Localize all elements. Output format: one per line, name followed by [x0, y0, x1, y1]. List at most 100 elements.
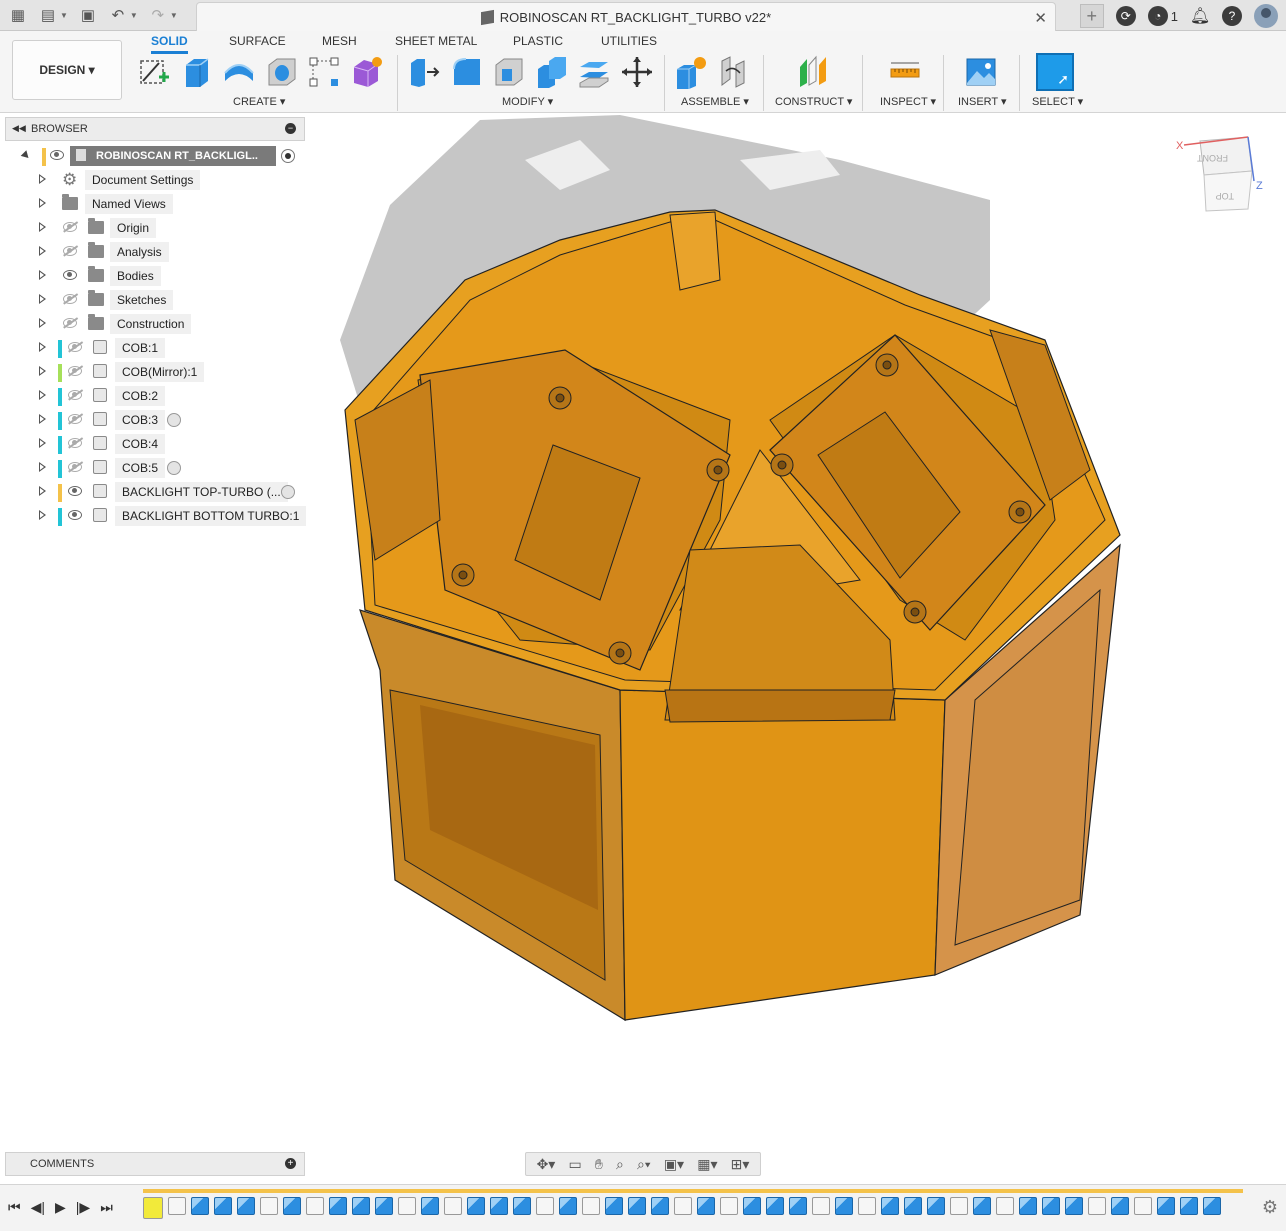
viewports-icon[interactable]: ⊞▾ [731, 1156, 750, 1173]
measure-icon[interactable] [888, 55, 922, 89]
timeline-feature[interactable] [444, 1197, 462, 1215]
create-form-icon[interactable] [350, 55, 384, 89]
tree-item-cob-mirror-1[interactable]: COB(Mirror):1 [0, 361, 305, 383]
timeline-feature[interactable] [191, 1197, 209, 1215]
visibility-hidden-icon[interactable] [68, 462, 82, 472]
insert-image-icon[interactable] [964, 55, 998, 89]
modify-menu[interactable]: MODIFY ▾ [502, 95, 553, 108]
new-tab-button[interactable]: + [1079, 4, 1104, 28]
expand-arrow-icon[interactable] [39, 342, 46, 352]
file-icon[interactable]: ▤ [38, 5, 58, 25]
expand-arrow-icon[interactable] [39, 414, 46, 424]
expand-arrow-icon[interactable] [39, 390, 46, 400]
timeline-feature[interactable] [582, 1197, 600, 1215]
grid-settings-icon[interactable]: ▦▾ [697, 1156, 717, 1173]
timeline-feature[interactable] [950, 1197, 968, 1215]
timeline-track[interactable] [143, 1189, 1243, 1193]
tree-item-cob-3[interactable]: COB:3 [0, 409, 305, 431]
document-tab[interactable]: ROBINOSCAN RT_BACKLIGHT_TURBO v22* ✕ [196, 2, 1056, 31]
tree-item-analysis[interactable]: Analysis [0, 241, 305, 263]
expand-arrow-icon[interactable] [39, 222, 46, 232]
timeline-feature[interactable] [306, 1197, 324, 1215]
help-icon[interactable]: ? [1222, 6, 1242, 26]
offset-plane-icon[interactable] [797, 55, 831, 89]
timeline-feature[interactable] [674, 1197, 692, 1215]
tree-item-document-settings[interactable]: ⚙ Document Settings [0, 169, 305, 191]
tab-solid[interactable]: SOLID [151, 34, 188, 54]
tree-item-sketches[interactable]: Sketches [0, 289, 305, 311]
fit-icon[interactable]: ⌕▾ [637, 1156, 651, 1173]
timeline-feature[interactable] [996, 1197, 1014, 1215]
shell-icon[interactable] [492, 55, 526, 89]
undo-caret-icon[interactable]: ▼ [130, 11, 138, 20]
tree-item-cob-4[interactable]: COB:4 [0, 433, 305, 455]
tree-item-cob-5[interactable]: COB:5 [0, 457, 305, 479]
activate-root-icon[interactable] [281, 149, 295, 163]
timeline-feature[interactable] [1065, 1197, 1083, 1215]
timeline-feature[interactable] [352, 1197, 370, 1215]
timeline-feature[interactable] [628, 1197, 646, 1215]
activate-component-radio[interactable] [167, 413, 181, 427]
avatar[interactable] [1254, 4, 1278, 28]
visibility-hidden-icon[interactable] [68, 414, 82, 424]
create-sketch-icon[interactable] [137, 55, 171, 89]
visibility-eye-icon[interactable] [68, 486, 82, 496]
add-comment-icon[interactable]: + [285, 1158, 296, 1169]
visibility-hidden-icon[interactable] [68, 390, 82, 400]
rectangular-pattern-icon[interactable] [307, 55, 341, 89]
timeline-feature[interactable] [720, 1197, 738, 1215]
timeline-feature[interactable] [329, 1197, 347, 1215]
tree-item-construction[interactable]: Construction [0, 313, 305, 335]
construct-menu[interactable]: CONSTRUCT ▾ [775, 95, 852, 108]
timeline-feature[interactable] [168, 1197, 186, 1215]
expand-arrow-icon[interactable] [39, 510, 46, 520]
browser-header[interactable]: ◀◀ BROWSER − [5, 117, 305, 141]
visibility-eye-icon[interactable] [68, 510, 82, 520]
visibility-hidden-icon[interactable] [63, 222, 77, 232]
timeline-feature[interactable] [467, 1197, 485, 1215]
hole-icon[interactable] [265, 55, 299, 89]
timeline-feature[interactable] [283, 1197, 301, 1215]
timeline-feature[interactable] [697, 1197, 715, 1215]
tree-item-named-views[interactable]: Named Views [0, 193, 305, 215]
look-at-icon[interactable]: ▭ [568, 1156, 581, 1173]
collapse-panel-icon[interactable]: ◀◀ [12, 123, 26, 134]
browser-root-row[interactable]: ROBINOSCAN RT_BACKLIGL.. [0, 145, 305, 167]
visibility-hidden-icon[interactable] [63, 294, 77, 304]
timeline-feature[interactable] [237, 1197, 255, 1215]
extrude-icon[interactable] [180, 55, 214, 89]
app-grid-icon[interactable]: ▦ [8, 5, 28, 25]
timeline-feature[interactable] [766, 1197, 784, 1215]
move-copy-icon[interactable] [620, 55, 654, 89]
joint-icon[interactable] [716, 55, 750, 89]
view-cube[interactable]: X Z FRONT TOP [1172, 131, 1268, 221]
step-forward-icon[interactable]: |▶ [76, 1199, 90, 1216]
visibility-hidden-icon[interactable] [63, 318, 77, 328]
file-caret-icon[interactable]: ▼ [60, 11, 68, 20]
expand-arrow-icon[interactable] [39, 438, 46, 448]
play-icon[interactable]: ▶ [55, 1199, 66, 1216]
workspace-switcher[interactable]: DESIGN ▾ [12, 40, 122, 100]
visibility-eye-icon[interactable] [63, 270, 77, 280]
tree-item-bodies[interactable]: Bodies [0, 265, 305, 287]
timeline-feature[interactable] [1042, 1197, 1060, 1215]
redo-icon[interactable]: ↷ [148, 5, 168, 25]
orbit-icon[interactable]: ✥▾ [537, 1156, 556, 1173]
visibility-hidden-icon[interactable] [63, 246, 77, 256]
tab-utilities[interactable]: UTILITIES [601, 34, 657, 51]
browser-root-label[interactable]: ROBINOSCAN RT_BACKLIGL.. [70, 146, 276, 166]
expand-arrow-icon[interactable] [39, 246, 46, 256]
notifications-bell-icon[interactable]: 🔔︎ [1190, 6, 1210, 26]
press-pull-icon[interactable] [407, 55, 441, 89]
timeline-feature[interactable] [881, 1197, 899, 1215]
timeline-feature[interactable] [1088, 1197, 1106, 1215]
expand-arrow-icon[interactable] [39, 174, 46, 184]
zoom-icon[interactable]: ⌕ [616, 1156, 624, 1173]
timeline-feature[interactable] [927, 1197, 945, 1215]
timeline-feature[interactable] [904, 1197, 922, 1215]
save-icon[interactable]: ▣ [78, 5, 98, 25]
timeline-feature[interactable] [421, 1197, 439, 1215]
timeline-feature[interactable] [1203, 1197, 1221, 1215]
timeline-feature[interactable] [651, 1197, 669, 1215]
job-status[interactable]: ◔ 1 [1147, 6, 1178, 26]
